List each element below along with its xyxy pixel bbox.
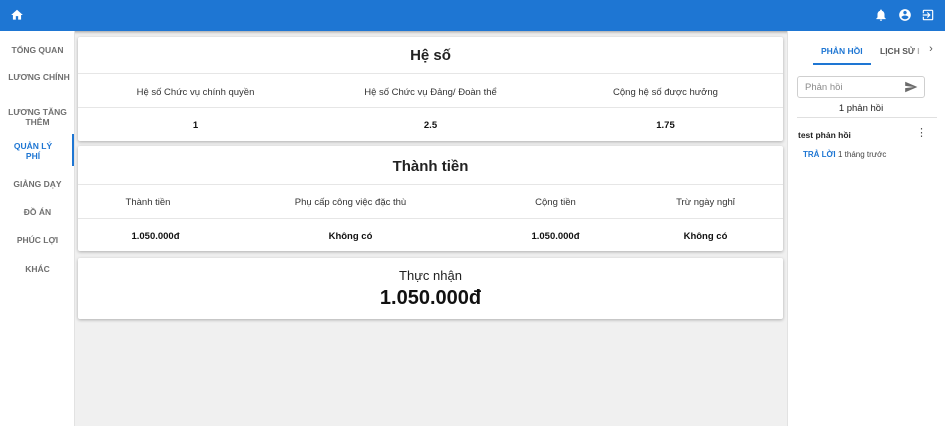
- sidebar-nav: TỔNG QUAN LƯƠNG CHÍNH LƯƠNG TĂNG THÊM QU…: [0, 31, 75, 426]
- thanh-tien-title: Thành tiền: [392, 158, 469, 175]
- thuc-nhan-amount: 1.050.000đ: [379, 287, 482, 309]
- he-so-header-chinh-quyen: Hệ số Chức vụ chính quyền: [136, 87, 255, 98]
- feedback-count: 1 phản hồi: [838, 103, 884, 114]
- he-so-value-cong-he-so: 1.75: [656, 120, 675, 131]
- sidebar-item-phuc-loi[interactable]: PHÚC LỢI: [3, 235, 72, 245]
- sidebar-item-khac[interactable]: KHÁC: [3, 264, 72, 274]
- he-so-card: Hệ số Hệ số Chức vụ chính quyền Hệ số Ch…: [78, 37, 783, 141]
- logout-icon[interactable]: [921, 8, 935, 22]
- thanh-tien-header-tru-ngay-nghi: Trừ ngày nghỉ: [676, 197, 735, 208]
- divider: [78, 218, 783, 219]
- he-so-header-dang-doan-the: Hệ số Chức vụ Đảng/ Đoàn thể: [364, 87, 497, 98]
- thanh-tien-value-cong-tien: 1.050.000đ: [531, 231, 580, 242]
- account-icon[interactable]: [898, 8, 912, 22]
- comment-author: test phản hồi: [798, 130, 851, 140]
- tab-scroll-fade: [912, 39, 924, 61]
- thanh-tien-header-thanh-tien: Thành tiền: [125, 197, 171, 208]
- he-so-header-cong-he-so: Cộng hệ số được hưởng: [613, 87, 718, 98]
- thanh-tien-card: Thành tiền Thành tiền Phụ cấp công việc …: [78, 146, 783, 251]
- divider: [78, 107, 783, 108]
- thanh-tien-header-phu-cap: Phụ cấp công việc đặc thù: [294, 197, 407, 208]
- tab-phan-hoi[interactable]: PHẢN HỒI: [821, 46, 863, 56]
- sidebar-item-luong-chinh[interactable]: LƯƠNG CHÍNH: [3, 72, 75, 82]
- thanh-tien-value-thanh-tien: 1.050.000đ: [131, 231, 180, 242]
- feedback-panel: PHẢN HỒI LỊCH SỬ I › 1 phản hồi test phả…: [787, 31, 945, 426]
- comment-time: 1 tháng trước: [838, 150, 887, 159]
- sidebar-item-do-an[interactable]: ĐỒ ÁN: [3, 207, 72, 217]
- divider: [797, 117, 937, 118]
- thuc-nhan-card: Thực nhận 1.050.000đ: [78, 258, 783, 319]
- he-so-value-dang-doan-the: 2.5: [423, 120, 438, 131]
- he-so-title: Hệ số: [410, 47, 451, 64]
- home-icon[interactable]: [10, 8, 24, 22]
- thanh-tien-value-tru-ngay-nghi: Không có: [683, 231, 728, 242]
- sidebar-item-giang-day[interactable]: GIẢNG DẠY: [3, 179, 72, 189]
- he-so-value-chinh-quyen: 1: [192, 120, 199, 131]
- divider: [78, 73, 783, 74]
- reply-button[interactable]: TRẢ LỜI: [803, 150, 836, 159]
- bell-icon[interactable]: [874, 8, 888, 22]
- sidebar-item-tong-quan[interactable]: TỔNG QUAN: [3, 45, 72, 55]
- thanh-tien-header-cong-tien: Cộng tiền: [535, 197, 576, 208]
- sidebar-item-quan-ly-phi[interactable]: QUẢN LÝ PHÍ: [7, 141, 59, 161]
- more-vert-icon[interactable]: ⋮: [916, 126, 927, 140]
- chevron-right-icon[interactable]: ›: [926, 43, 936, 57]
- top-app-bar: [0, 0, 945, 31]
- sidebar-active-indicator: [72, 134, 74, 166]
- thuc-nhan-label: Thực nhận: [399, 268, 462, 283]
- tab-active-indicator: [813, 63, 871, 65]
- sidebar-item-luong-tang-them[interactable]: LƯƠNG TĂNG THÊM: [3, 107, 72, 127]
- send-icon[interactable]: [904, 80, 918, 94]
- thanh-tien-value-phu-cap: Không có: [328, 231, 373, 242]
- divider: [78, 184, 783, 185]
